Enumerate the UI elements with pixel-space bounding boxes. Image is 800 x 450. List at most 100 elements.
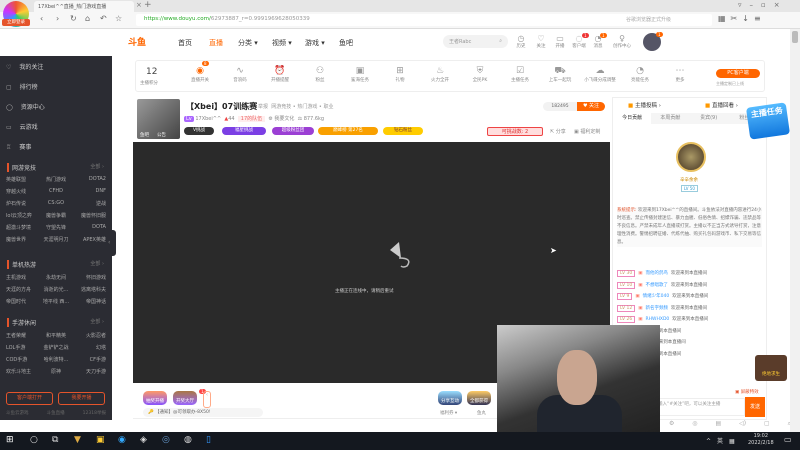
nav-games[interactable]: 游戏 ▾: [305, 38, 325, 48]
browser-search-input[interactable]: 谷歌浏览器正式升级: [616, 14, 712, 26]
sidebar-item-following[interactable]: ♡ 我的关注: [6, 62, 43, 71]
game-link[interactable]: 王者荣耀: [6, 332, 39, 339]
replay-link[interactable]: ■ 直播回看 ›: [705, 101, 738, 109]
game-link[interactable]: 欢乐斗地主: [6, 368, 39, 375]
game-link[interactable]: DOTA2: [73, 176, 106, 183]
gift-lottery[interactable]: 抽奖开播: [143, 391, 167, 405]
game-link[interactable]: COD手游: [6, 356, 39, 363]
toolbar-item[interactable]: ◔ 亮能任务: [623, 66, 657, 83]
tag-diamond-fans[interactable]: 钻石粉丝: [383, 127, 423, 135]
tag-super-fans[interactable]: 超级粉丝团: [272, 127, 314, 135]
url-input[interactable]: https://www.douyu.com/62973887_r=0.99919…: [136, 14, 626, 26]
client-open-button[interactable]: 客户端打开: [6, 392, 53, 405]
game-link[interactable]: CS:GO: [39, 200, 72, 207]
report-link[interactable]: 举报: [258, 104, 268, 110]
back-button[interactable]: ‹: [40, 14, 43, 23]
nav-video[interactable]: 视频 ▾: [272, 38, 292, 48]
game-link[interactable]: 哈利波特...: [39, 356, 72, 363]
game-link[interactable]: 炉石传说: [6, 200, 39, 207]
toolbar-item[interactable]: ⊞ 礼物: [383, 66, 417, 83]
toolbar-item[interactable]: ⛟ 上车一起玩: [543, 66, 577, 83]
page-scrollbar[interactable]: [790, 29, 800, 432]
tool-icon[interactable]: ◎: [692, 420, 697, 432]
sidebar-collapse-button[interactable]: ‹: [108, 230, 116, 256]
game-link[interactable]: 逆战: [73, 200, 106, 207]
chat-username[interactable]: 新名字频频: [646, 306, 669, 311]
game-link[interactable]: lol云顶之弈: [6, 212, 39, 219]
game-link[interactable]: 幻塔: [73, 344, 106, 351]
game-link[interactable]: 魔兽怀旧服: [73, 212, 106, 219]
streamer-avatar[interactable]: 鱼吧 公告: [137, 99, 180, 139]
tag-peak-rank[interactable]: 巅峰榜 第27名: [318, 127, 378, 135]
toolbar-item[interactable]: ☁ 小飞碟分成调整: [583, 66, 617, 83]
nav-category[interactable]: 分类 ▾: [238, 38, 258, 48]
tool-icon[interactable]: ⚙: [669, 420, 674, 432]
game-link[interactable]: 热门游戏: [39, 176, 72, 183]
gift-lottery-hall[interactable]: 开奖大厅: [173, 391, 197, 405]
game-link[interactable]: 穿越火线: [6, 188, 39, 195]
follow-button[interactable]: ♥ 关注: [577, 102, 605, 111]
window-controls[interactable]: ▿–▫×: [738, 1, 788, 9]
steam-icon[interactable]: ◈: [140, 435, 147, 445]
toolbar-item[interactable]: ♨ 火力全开: [423, 66, 457, 83]
game-link[interactable]: CFHD: [39, 188, 72, 195]
browser-taskbar-icon[interactable]: ◉: [118, 435, 126, 445]
sidebar-item-events[interactable]: ♖ 赛事: [6, 142, 31, 151]
game-link[interactable]: 地平线 西...: [39, 298, 72, 305]
browser-tab[interactable]: 17Xbei^^直播_热门游戏直播: [34, 1, 134, 12]
app-icon[interactable]: ▯: [206, 435, 211, 445]
game-link[interactable]: 英雄联盟: [6, 176, 39, 183]
obs-icon[interactable]: ◍: [184, 435, 192, 445]
top-contributor-name[interactable]: 辛辛余余: [680, 177, 698, 183]
reload-button[interactable]: ↻: [70, 14, 77, 23]
category-breadcrumb[interactable]: 网游竞技 • 热门游戏 • 职业: [271, 104, 333, 110]
footer-link[interactable]: 斗鱼直播: [47, 410, 65, 416]
game-link[interactable]: 守望先锋: [39, 224, 72, 231]
section-all-link[interactable]: 全部 ›: [90, 163, 104, 170]
toolbar-item[interactable]: ⋯ 更多: [663, 66, 697, 83]
sidebar-item-rankings[interactable]: ▢ 排行榜: [6, 82, 38, 91]
tag-challenge[interactable]: V挑战: [184, 127, 214, 135]
game-link[interactable]: 永劫无间: [39, 274, 72, 281]
footer-link[interactable]: 斗鱼云游戏: [6, 410, 29, 416]
nav-live[interactable]: 直播: [209, 38, 223, 48]
game-link[interactable]: 魔兽争霸: [39, 212, 72, 219]
app-icon[interactable]: ◎: [162, 435, 170, 445]
game-link[interactable]: 魔兽世界: [6, 236, 39, 243]
system-tray[interactable]: ^英▦: [706, 436, 741, 445]
game-link[interactable]: 怀旧游戏: [73, 274, 106, 281]
home-button[interactable]: ⌂: [85, 14, 90, 23]
forward-button[interactable]: ›: [56, 14, 59, 23]
game-link[interactable]: 超激斗梦境: [6, 224, 39, 231]
chat-username[interactable]: 而他的鸽鸟: [646, 271, 669, 276]
app-icon[interactable]: ▼: [74, 435, 81, 445]
history-button[interactable]: ◷ 历史: [512, 34, 530, 49]
tab-vip[interactable]: 贵宾(9): [690, 113, 728, 124]
browser-extension-icons[interactable]: ▦✂↓≡: [718, 14, 766, 23]
game-link[interactable]: 金铲铲之战: [39, 344, 72, 351]
search-icon[interactable]: ⌕: [499, 38, 502, 44]
block-effects-toggle[interactable]: ▣ 屏蔽特效: [735, 389, 759, 395]
top-contributor-avatar[interactable]: [676, 142, 706, 172]
sidebar-item-resources[interactable]: ◯ 资源中心: [6, 102, 45, 111]
bookmark-button[interactable]: ☆: [115, 14, 122, 23]
anchor-submissions-link[interactable]: ■ 主播投稿 ›: [628, 101, 661, 109]
chat-username[interactable]: RHWHXD0: [646, 317, 670, 322]
fish-ball-balance[interactable]: 鱼丸: [477, 410, 486, 416]
undo-button[interactable]: ↶: [100, 14, 107, 23]
chat-username[interactable]: 情绪少年040: [643, 294, 670, 299]
nav-yuba[interactable]: 鱼吧: [339, 38, 353, 48]
game-link[interactable]: 火影忍者: [73, 332, 106, 339]
toolbar-item[interactable]: ∿ 音浪码: [223, 66, 257, 83]
game-link[interactable]: 和平精英: [39, 332, 72, 339]
toolbar-item[interactable]: ▣ 鲨海任务: [343, 66, 377, 83]
follow-button[interactable]: ♡ 关注: [532, 34, 550, 49]
toolbar-item[interactable]: ◉ 直播开关: [183, 66, 217, 83]
toolbar-item[interactable]: ⛨ 全民PK: [463, 66, 497, 83]
douyu-logo[interactable]: 斗鱼: [128, 35, 164, 49]
game-link[interactable]: DOTA: [73, 224, 106, 231]
new-tab-icon[interactable]: +: [144, 0, 152, 10]
site-search-input[interactable]: 王者Rabc ⌕: [443, 35, 508, 48]
send-button[interactable]: 发送: [745, 397, 765, 417]
game-link[interactable]: 天涯明月刀: [39, 236, 72, 243]
